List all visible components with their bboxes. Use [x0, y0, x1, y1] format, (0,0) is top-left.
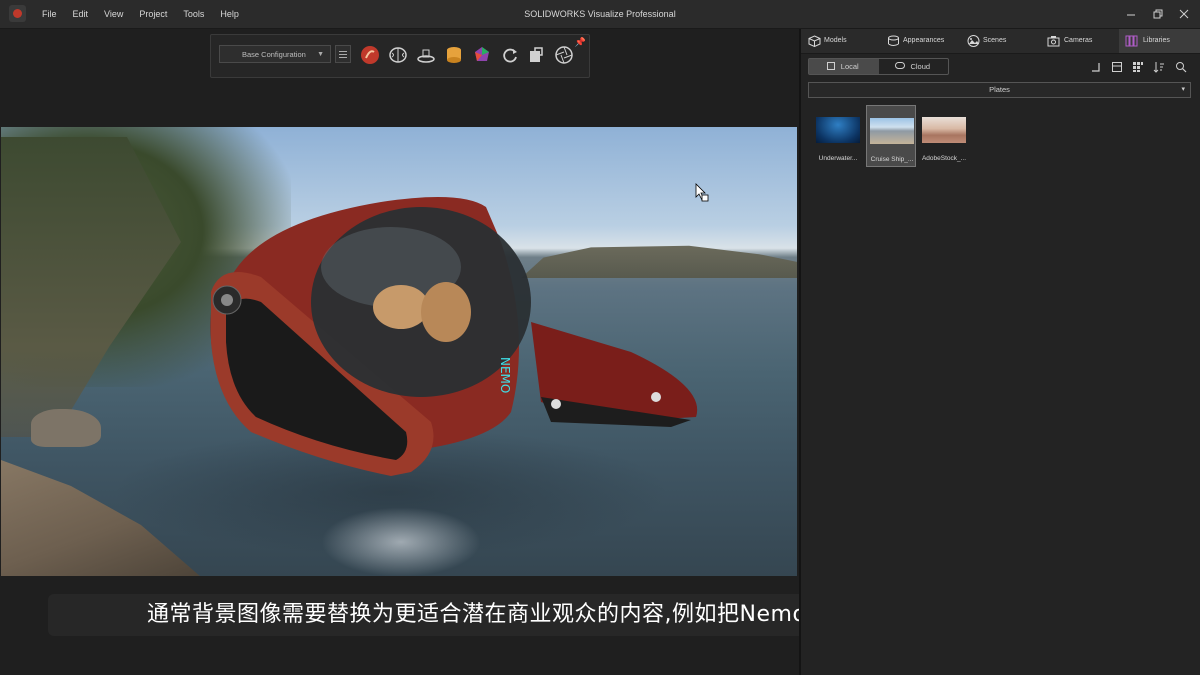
pin-icon[interactable]: 📌 — [575, 37, 586, 48]
thumbnail-underwater — [816, 117, 860, 143]
library-item-cruise-ship[interactable]: Cruise Ship_... — [866, 105, 916, 167]
color-wheel-button[interactable] — [471, 44, 493, 66]
render-viewport[interactable]: NEMO — [1, 127, 797, 576]
turntable-button[interactable] — [415, 44, 437, 66]
export-icon — [530, 47, 543, 62]
local-label: Local — [840, 62, 859, 71]
render-icon — [361, 46, 379, 64]
chevron-down-icon: ▼ — [317, 51, 324, 58]
thumbnail-cruise-ship — [870, 118, 914, 144]
menu-edit[interactable]: Edit — [65, 9, 97, 19]
cloud-icon — [894, 62, 905, 69]
grid-view-icon[interactable] — [1132, 61, 1144, 73]
tab-cameras-label: Cameras — [1064, 37, 1093, 44]
tab-models-label: Models — [824, 37, 847, 44]
camera-aperture-button[interactable] — [553, 44, 575, 66]
local-icon — [827, 62, 835, 70]
cylinder-icon — [888, 35, 899, 46]
submarine-model[interactable]: NEMO — [201, 182, 701, 482]
configuration-list-button[interactable] — [335, 45, 351, 63]
render-button[interactable] — [359, 44, 381, 66]
color-wheel-icon — [475, 47, 489, 61]
brain-icon — [389, 47, 407, 63]
library-item-label: Underwater... — [818, 155, 858, 162]
thumbnail-adobestock — [922, 117, 966, 143]
tab-appearances[interactable]: Appearances — [881, 29, 961, 53]
chevron-down-icon: ▾ — [1181, 86, 1185, 93]
restore-button[interactable] — [1150, 6, 1166, 22]
library-category-value: Plates — [989, 85, 1010, 94]
sort-icon[interactable] — [1153, 61, 1165, 73]
restore-icon — [1153, 9, 1163, 19]
water-glare — [321, 507, 481, 576]
menu-help[interactable]: Help — [212, 9, 247, 19]
main-toolbar: Base Configuration ▼ 📌 — [210, 34, 590, 78]
palette-panel: Models Appearances Scenes Cameras Librar… — [801, 29, 1200, 675]
scene-icon — [967, 35, 980, 47]
cube-icon — [808, 35, 821, 47]
turntable-icon — [417, 49, 435, 63]
library-source-toggle: Local Cloud — [808, 58, 949, 75]
menu-tools[interactable]: Tools — [175, 9, 212, 19]
camera-icon — [1047, 36, 1060, 47]
menu-project[interactable]: Project — [131, 9, 175, 19]
aperture-icon — [555, 46, 573, 64]
tab-libraries-label: Libraries — [1143, 37, 1170, 44]
database-icon — [447, 47, 461, 63]
configuration-dropdown[interactable]: Base Configuration ▼ — [219, 45, 331, 63]
tab-scenes[interactable]: Scenes — [961, 29, 1041, 53]
list-view-icon[interactable] — [1111, 61, 1123, 73]
svg-text:NEMO: NEMO — [498, 357, 512, 393]
title-bar: File Edit View Project Tools Help SOLIDW… — [0, 0, 1200, 29]
library-item-adobestock[interactable]: AdobeStock_... — [919, 105, 969, 167]
app-logo-icon — [9, 5, 26, 22]
close-icon — [1179, 9, 1189, 19]
library-icon — [1125, 35, 1138, 47]
tab-libraries[interactable]: Libraries — [1119, 29, 1200, 53]
minimize-button[interactable] — [1123, 6, 1139, 22]
menu-bar: File Edit View Project Tools Help — [34, 0, 247, 28]
minimize-icon — [1127, 14, 1135, 16]
library-item-underwater[interactable]: Underwater... — [813, 105, 863, 167]
tab-appearances-label: Appearances — [903, 37, 945, 44]
rock — [31, 409, 101, 447]
search-icon[interactable] — [1175, 61, 1187, 73]
library-category-dropdown[interactable]: Plates ▾ — [808, 82, 1191, 98]
local-button[interactable]: Local — [809, 59, 879, 74]
palette-tabs: Models Appearances Scenes Cameras Librar… — [801, 29, 1200, 54]
cloud-button[interactable]: Cloud — [879, 59, 949, 74]
mouse-cursor-icon — [695, 183, 709, 202]
close-button[interactable] — [1176, 6, 1192, 22]
menu-file[interactable]: File — [34, 9, 65, 19]
tab-cameras[interactable]: Cameras — [1041, 29, 1119, 53]
denoiser-button[interactable] — [387, 44, 409, 66]
refresh-button[interactable] — [499, 44, 521, 66]
cloud-label: Cloud — [910, 62, 931, 71]
menu-view[interactable]: View — [96, 9, 131, 19]
database-button[interactable] — [443, 44, 465, 66]
configuration-value: Base Configuration — [242, 50, 306, 59]
library-item-label: Cruise Ship_... — [870, 156, 914, 163]
export-button[interactable] — [525, 44, 547, 66]
refresh-icon — [503, 48, 517, 63]
tab-models[interactable]: Models — [801, 29, 881, 53]
tab-scenes-label: Scenes — [983, 37, 1007, 44]
up-folder-icon[interactable] — [1090, 61, 1102, 73]
library-item-label: AdobeStock_... — [921, 155, 967, 162]
